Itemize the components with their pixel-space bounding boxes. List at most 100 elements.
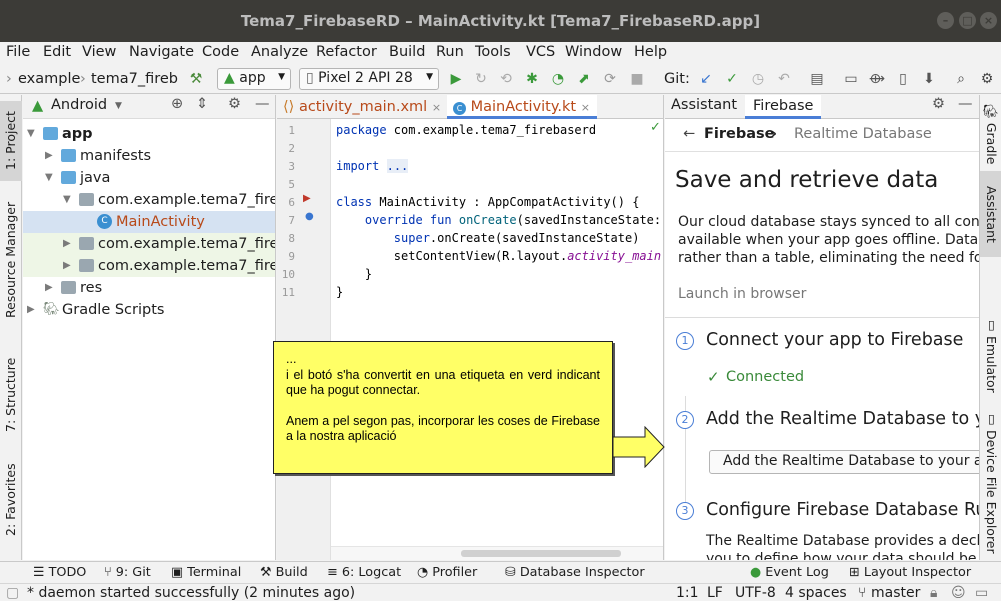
inspector-icon[interactable]: ☺	[951, 585, 966, 601]
tab-resource-manager[interactable]: Resource Manager	[0, 195, 22, 325]
run-config-select[interactable]: ▲ app ▼	[217, 68, 291, 90]
tree-item-gradle-scripts[interactable]: ▶ 🐘︎ Gradle Scripts	[23, 299, 275, 321]
back-arrow-icon[interactable]: ←	[683, 126, 695, 142]
device-select[interactable]: ▯ Pixel 2 API 28 ▼	[299, 68, 439, 90]
scrollbar-thumb[interactable]	[461, 550, 621, 557]
launch-in-browser-link[interactable]: Launch in browser	[678, 286, 806, 302]
tab-assistant[interactable]: Assistant	[671, 97, 737, 113]
indent-setting[interactable]: 4 spaces	[785, 585, 847, 601]
menu-code[interactable]: Code	[202, 44, 239, 60]
git-update-icon[interactable]: ↙	[697, 70, 715, 88]
tab-profiler[interactable]: ◔ Profiler	[417, 565, 477, 580]
tree-item-package-main[interactable]: ▼ com.example.tema7_fireb	[23, 189, 275, 211]
menu-navigate[interactable]: Navigate	[129, 44, 194, 60]
expand-arrow-icon[interactable]: ▶	[27, 299, 35, 321]
sdk-manager-icon[interactable]: ⬇	[920, 70, 938, 88]
close-button[interactable]: ×	[980, 12, 997, 29]
tree-item-package-test[interactable]: ▶ com.example.tema7_fireb	[23, 255, 275, 277]
tab-mainactivity-kt[interactable]: C MainActivity.kt ×	[447, 95, 597, 119]
menu-analyze[interactable]: Analyze	[251, 44, 308, 60]
menu-edit[interactable]: Edit	[43, 44, 71, 60]
menu-run[interactable]: Run	[436, 44, 464, 60]
tree-item-res[interactable]: ▶ res	[23, 277, 275, 299]
tree-item-app[interactable]: ▼ app	[23, 123, 275, 145]
tab-assistant-side[interactable]: Assistant	[980, 171, 1001, 257]
inspection-ok-icon[interactable]: ✓	[650, 120, 661, 135]
history-icon[interactable]: ◷	[749, 70, 767, 88]
tab-layout-inspector[interactable]: ⊞ Layout Inspector	[849, 565, 971, 580]
lock-icon[interactable]: 🔒︎	[930, 585, 937, 601]
run-icon[interactable]: ▶	[447, 70, 465, 88]
tab-device-file-explorer[interactable]: ▯ Device File Explorer	[980, 407, 1001, 557]
line-separator[interactable]: LF	[707, 585, 723, 601]
expand-arrow-icon[interactable]: ▶	[45, 277, 53, 299]
hide-icon[interactable]: —	[958, 96, 973, 112]
rerun-icon[interactable]: ⟳	[601, 70, 619, 88]
maximize-button[interactable]: □	[959, 12, 976, 29]
tab-terminal[interactable]: ▣ Terminal	[171, 565, 241, 580]
rollback-icon[interactable]: ↶	[775, 70, 793, 88]
project-view-select[interactable]: Android	[51, 97, 107, 113]
menu-file[interactable]: File	[6, 44, 30, 60]
expand-arrow-icon[interactable]: ▼	[27, 123, 35, 145]
tab-git[interactable]: ⑂ 9: Git	[104, 565, 151, 580]
nav-firebase-link[interactable]: Firebase	[704, 126, 775, 142]
horizontal-scrollbar[interactable]	[331, 546, 663, 560]
locate-icon[interactable]: ⊕	[171, 96, 183, 112]
profile-icon[interactable]: ◔	[549, 70, 567, 88]
settings-icon[interactable]: ⚙	[978, 70, 996, 88]
tree-item-manifests[interactable]: ▶ manifests	[23, 145, 275, 167]
avd-manager-icon[interactable]: ▭	[842, 70, 860, 88]
gear-icon[interactable]: ⚙	[228, 96, 241, 112]
breadcrumb-module[interactable]: tema7_fireb	[91, 71, 178, 87]
tab-firebase[interactable]: Firebase	[745, 95, 822, 119]
git-commit-icon[interactable]: ✓	[723, 70, 741, 88]
menu-window[interactable]: Window	[565, 44, 622, 60]
memory-icon[interactable]: ▭	[975, 585, 988, 601]
tree-item-package-android-test[interactable]: ▶ com.example.tema7_fireb	[23, 233, 275, 255]
git-branch[interactable]: master	[871, 585, 920, 601]
apply-changes-icon[interactable]: ↻	[472, 70, 490, 88]
menu-build[interactable]: Build	[389, 44, 425, 60]
debug-icon[interactable]: ✱	[523, 70, 541, 88]
menu-help[interactable]: Help	[634, 44, 667, 60]
gear-icon[interactable]: ⚙	[932, 96, 945, 112]
apply-code-changes-icon[interactable]: ⟲	[497, 70, 515, 88]
sync-gradle-icon[interactable]: ⟴	[868, 70, 886, 88]
menu-view[interactable]: View	[82, 44, 116, 60]
tree-item-mainactivity[interactable]: C MainActivity	[23, 211, 275, 233]
attach-debugger-icon[interactable]: ⬈	[575, 70, 593, 88]
tab-todo[interactable]: ☰ TODO	[33, 565, 86, 580]
override-gutter-icon[interactable]: ●	[305, 211, 314, 222]
tab-database-inspector[interactable]: ⛁ Database Inspector	[505, 565, 645, 580]
menu-tools[interactable]: Tools	[475, 44, 511, 60]
tab-emulator[interactable]: ▯ Emulator	[980, 317, 1001, 393]
add-realtime-database-button[interactable]: Add the Realtime Database to your ap	[709, 450, 979, 474]
device-manager-icon[interactable]: ▯	[894, 70, 912, 88]
tab-event-log[interactable]: ● Event Log	[750, 565, 829, 580]
hammer-icon[interactable]: ⚒	[187, 70, 205, 88]
caret-position[interactable]: 1:1	[676, 585, 699, 601]
status-panel-icon[interactable]: ▢	[6, 585, 19, 601]
stop-icon[interactable]: ■	[628, 70, 646, 88]
expand-arrow-icon[interactable]: ▼	[63, 189, 71, 211]
tab-project[interactable]: 1: Project	[0, 101, 22, 181]
tab-structure[interactable]: 7: Structure	[0, 345, 22, 445]
menu-vcs[interactable]: VCS	[526, 44, 555, 60]
run-gutter-icon[interactable]: ▶	[303, 193, 311, 204]
tab-gradle[interactable]: 🐘︎ Gradle	[980, 103, 1001, 165]
collapse-all-icon[interactable]: ⇕	[196, 96, 208, 112]
search-icon[interactable]: ⌕	[952, 70, 970, 88]
tab-logcat[interactable]: ≡ 6: Logcat	[327, 565, 401, 580]
expand-arrow-icon[interactable]: ▶	[45, 145, 53, 167]
chevron-down-icon[interactable]: ▼	[115, 101, 122, 111]
file-encoding[interactable]: UTF-8	[735, 585, 776, 601]
tab-favorites[interactable]: 2: Favorites	[0, 455, 22, 545]
tree-item-java[interactable]: ▼ java	[23, 167, 275, 189]
minimize-button[interactable]: –	[937, 12, 954, 29]
hide-icon[interactable]: —	[255, 96, 270, 112]
expand-arrow-icon[interactable]: ▶	[63, 255, 71, 277]
menu-refactor[interactable]: Refactor	[316, 44, 377, 60]
expand-arrow-icon[interactable]: ▼	[45, 167, 53, 189]
project-structure-icon[interactable]: ▤	[808, 70, 826, 88]
